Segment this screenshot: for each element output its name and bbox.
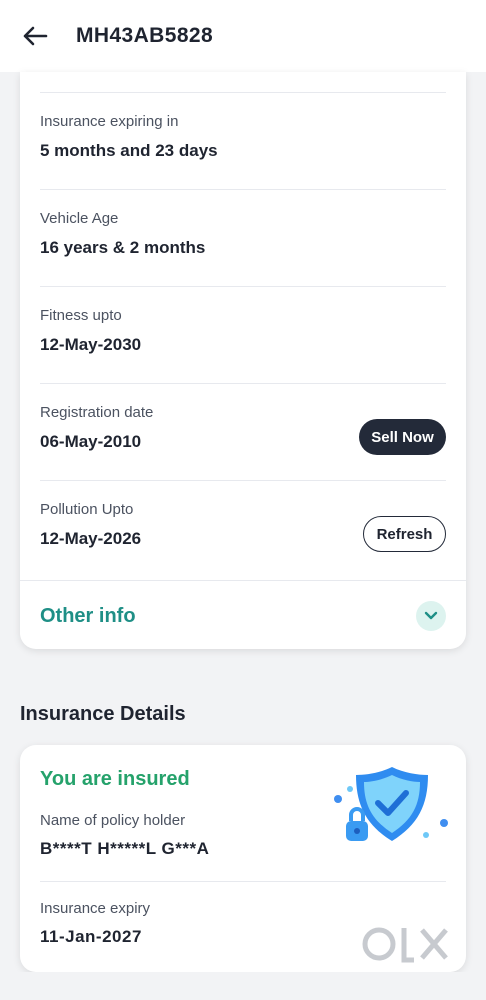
detail-value: 12-May-2026 — [40, 529, 142, 548]
app-bar: MH43AB5828 — [0, 0, 486, 72]
detail-label: Vehicle Age — [40, 210, 119, 227]
insured-status: You are insured — [40, 768, 190, 790]
policy-holder-label: Name of policy holder — [40, 812, 186, 829]
detail-label: Fitness upto — [40, 307, 122, 324]
insurance-expiry-label: Insurance expiry — [40, 900, 151, 917]
refresh-button[interactable]: Refresh — [363, 516, 446, 552]
bottom-strip — [0, 972, 486, 1000]
chevron-down-button[interactable] — [416, 601, 446, 631]
detail-value: 06-May-2010 — [40, 432, 142, 451]
detail-value: 12-May-2030 — [40, 335, 142, 354]
insurance-expiry-value: 11-Jan-2027 — [40, 927, 142, 946]
olx-watermark — [362, 922, 454, 970]
sell-now-button[interactable]: Sell Now — [359, 419, 446, 455]
insurance-section-title: Insurance Details — [20, 703, 186, 725]
detail-row-registration-date: Registration date 06-May-2010 Sell Now — [40, 383, 446, 480]
page-title: MH43AB5828 — [76, 24, 214, 47]
detail-row-fitness: Fitness upto 12-May-2030 — [40, 286, 446, 383]
arrow-left-icon — [23, 26, 48, 46]
divider — [40, 881, 446, 882]
detail-value: 16 years & 2 months — [40, 238, 206, 257]
detail-row-pollution: Pollution Upto 12-May-2026 Refresh — [40, 480, 446, 577]
detail-row-insurance-expiring: Insurance expiring in 5 months and 23 da… — [40, 92, 446, 189]
chevron-down-icon — [424, 611, 438, 620]
shield-check-lock-icon — [334, 767, 448, 841]
detail-label: Registration date — [40, 404, 154, 421]
vehicle-details-card: Insurance expiring in 5 months and 23 da… — [20, 72, 466, 649]
detail-label: Insurance expiring in — [40, 113, 179, 130]
detail-label: Pollution Upto — [40, 501, 134, 518]
detail-row-vehicle-age: Vehicle Age 16 years & 2 months — [40, 189, 446, 286]
other-info-label: Other info — [40, 605, 136, 627]
detail-value: 5 months and 23 days — [40, 141, 218, 160]
other-info-toggle[interactable]: Other info — [20, 580, 466, 649]
back-button[interactable] — [20, 22, 50, 50]
policy-holder-value: B****T H*****L G***A — [40, 839, 210, 858]
